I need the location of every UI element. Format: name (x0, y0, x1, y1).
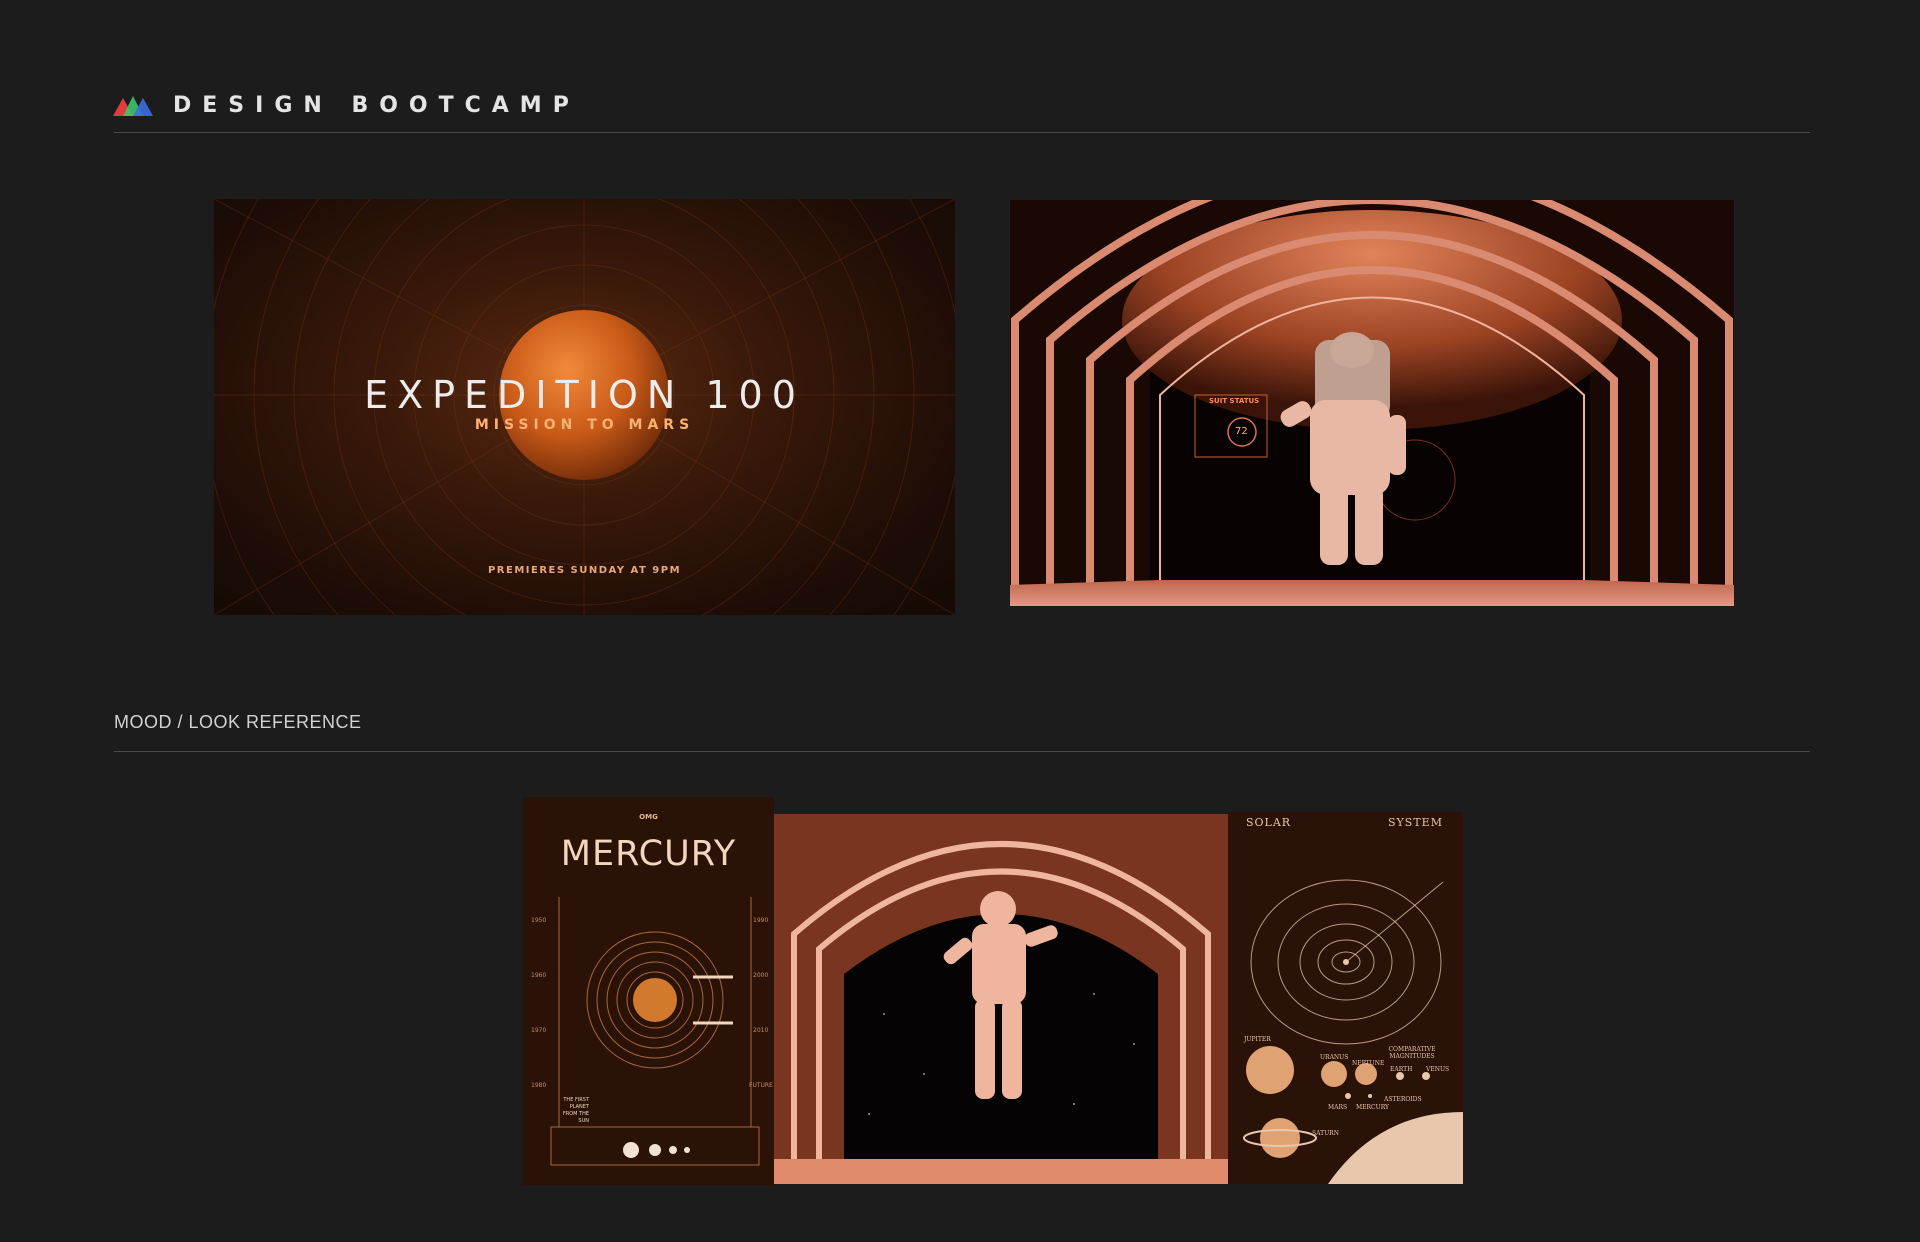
astronaut-walkway-render: SUIT STATUS 72 (1010, 200, 1734, 606)
solar-label: NEPTUNE (1352, 1060, 1385, 1067)
section-divider (114, 751, 1810, 752)
solar-system-chart: SOLAR SYSTEM JUPITER URANUS NEPTUNE COMP… (1228, 812, 1463, 1184)
year-label: 1990 (753, 917, 769, 924)
year-label: 1960 (531, 972, 547, 979)
solar-label: ASTEROIDS (1384, 1096, 1422, 1103)
suit-status-label: SUIT STATUS (1209, 397, 1260, 405)
premiere-text: PREMIERES SUNDAY AT 9PM (487, 565, 682, 576)
brand-name: DESIGN BOOTCAMP (173, 92, 580, 118)
mercury-orbit-diagram (550, 897, 760, 1166)
solar-label: VENUS (1426, 1066, 1450, 1073)
solar-label: JUPITER (1244, 1036, 1271, 1043)
expedition-title: EXPEDITION 100 (364, 373, 805, 417)
astronaut-portal-image (774, 814, 1228, 1184)
portal-illustration (774, 814, 1228, 1184)
mountains-logo-icon (113, 96, 153, 116)
solar-label: MARS (1328, 1104, 1348, 1111)
suit-status-value: 72 (1235, 426, 1248, 437)
header-divider (114, 132, 1810, 133)
year-label: FUTURE (749, 1082, 773, 1089)
section-label: MOOD / LOOK REFERENCE (114, 712, 362, 732)
year-label: 1950 (531, 917, 547, 924)
solar-label: COMPARATIVE MAGNITUDES (1388, 1046, 1436, 1060)
year-label: 2000 (753, 972, 769, 979)
solar-label: SEGMENT OF SUN (1360, 1150, 1421, 1157)
year-label: 1980 (531, 1082, 547, 1089)
mercury-poster: OMG MERCURY 1950 1960 1970 1980 1990 200… (523, 797, 774, 1185)
solar-label: SATURN (1312, 1130, 1339, 1137)
year-label: 2010 (753, 1027, 769, 1034)
solar-label: EARTH (1390, 1066, 1413, 1073)
solar-orbits-diagram (1243, 879, 1463, 1184)
poster-caption: THE FIRST PLANET FROM THE SUN (562, 1097, 589, 1124)
solar-label: URANUS (1320, 1054, 1349, 1061)
brand-header: DESIGN BOOTCAMP (113, 92, 580, 118)
expedition-title-card: EXPEDITION 100 MISSION TO MARS PREMIERES… (214, 199, 955, 615)
solar-label: MERCURY (1356, 1104, 1389, 1111)
walkway-illustration (1010, 200, 1734, 606)
expedition-subtitle: MISSION TO MARS (474, 417, 695, 433)
year-label: 1970 (531, 1027, 547, 1034)
